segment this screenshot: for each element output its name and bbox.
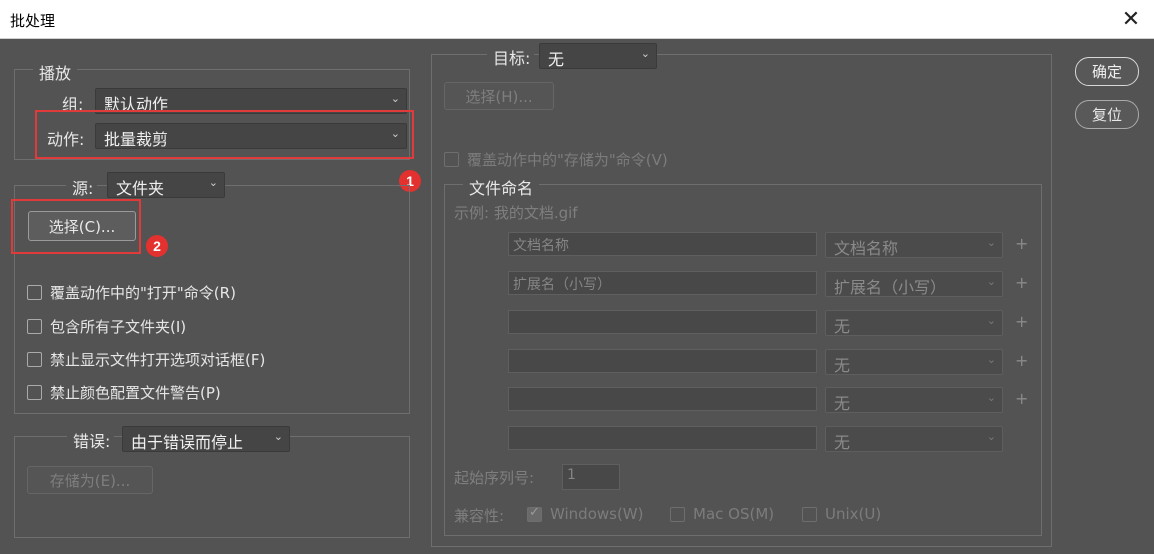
chevron-down-icon: ⌄ [986,430,996,443]
error-label: 错误: [67,428,115,452]
compat-mac-label: Mac OS(M) [693,505,775,523]
suppress-color-warning-checkbox[interactable]: 禁止颜色配置文件警告(P) [27,382,221,403]
serial-input[interactable]: 1 [562,464,620,490]
serial-label: 起始序列号: [454,469,535,487]
naming-text-5[interactable] [508,387,817,411]
override-open-label: 覆盖动作中的"打开"命令(R) [50,284,236,302]
compat-unix-label: Unix(U) [825,505,882,523]
target-select-value: 无 [548,50,565,69]
naming-select-3[interactable]: 无 ⌄ [825,310,1003,336]
naming-select-1-value: 文档名称 [834,239,899,258]
chevron-down-icon: ⌄ [986,275,996,288]
compat-mac-checkbox[interactable]: Mac OS(M) [670,505,774,523]
checkbox-box[interactable] [670,506,685,522]
naming-text-6[interactable] [508,426,817,450]
chevron-down-icon: ⌄ [986,391,996,404]
badge-2: 2 [146,235,168,257]
chevron-down-icon: ⌄ [986,314,996,327]
override-open-checkbox[interactable]: 覆盖动作中的"打开"命令(R) [27,282,236,303]
chevron-down-icon: ⌄ [640,47,650,60]
source-label: 源: [66,175,98,199]
source-select-value: 文件夹 [116,179,165,198]
highlight-box-action [35,110,414,159]
naming-select-1[interactable]: 文档名称 ⌄ [825,232,1003,258]
checkbox-box[interactable] [527,505,542,522]
plus-icon[interactable]: + [1015,312,1028,331]
checkbox-box[interactable] [27,352,42,367]
chevron-down-icon: ⌄ [390,92,400,105]
chevron-down-icon: ⌄ [208,176,218,189]
window-title: 批处理 [10,12,56,30]
suppress-open-dialogs-checkbox[interactable]: 禁止显示文件打开选项对话框(F) [27,349,265,370]
compat-windows-checkbox[interactable]: Windows(W) [527,505,644,523]
chevron-down-icon: ⌄ [986,353,996,366]
target-label: 目标: [487,45,535,69]
compat-unix-checkbox[interactable]: Unix(U) [802,505,881,523]
naming-select-5-value: 无 [834,394,851,413]
naming-select-5[interactable]: 无 ⌄ [825,387,1003,413]
compat-windows-label: Windows(W) [550,505,644,523]
close-button[interactable]: ✕ [1108,0,1154,39]
source-select[interactable]: 文件夹 ⌄ [107,172,225,198]
naming-text-4[interactable] [508,349,817,373]
plus-icon[interactable]: + [1015,234,1028,253]
plus-icon[interactable]: + [1015,389,1028,408]
reset-button[interactable]: 复位 [1075,100,1139,129]
checkbox-box[interactable] [802,506,817,522]
suppress-color-warning-label: 禁止颜色配置文件警告(P) [50,384,221,402]
play-legend: 播放 [33,60,78,84]
chevron-down-icon: ⌄ [273,430,283,443]
naming-select-2[interactable]: 扩展名（小写） ⌄ [825,271,1003,297]
override-save-checkbox[interactable]: 覆盖动作中的"存储为"命令(V) [444,149,668,170]
target-choose-button[interactable]: 选择(H)... [444,82,554,110]
checkbox-box[interactable] [27,319,42,334]
error-save-button[interactable]: 存储为(E)... [27,466,153,494]
title-bar: 批处理 ✕ [0,0,1154,39]
checkbox-box[interactable] [27,285,42,300]
naming-select-6-value: 无 [834,433,851,452]
suppress-open-dialogs-label: 禁止显示文件打开选项对话框(F) [50,351,266,369]
naming-example: 示例: 我的文档.gif [454,204,578,222]
highlight-box-choose [11,199,141,254]
ok-button[interactable]: 确定 [1075,57,1139,86]
error-select-value: 由于错误而停止 [131,433,244,452]
file-naming-legend: 文件命名 [463,175,540,199]
naming-text-3[interactable] [508,310,817,334]
naming-text-1[interactable]: 文档名称 [508,232,817,256]
checkbox-box[interactable] [27,385,42,400]
naming-select-6[interactable]: 无 ⌄ [825,426,1003,452]
naming-select-4-value: 无 [834,356,851,375]
naming-select-4[interactable]: 无 ⌄ [825,349,1003,375]
chevron-down-icon: ⌄ [986,236,996,249]
naming-select-2-value: 扩展名（小写） [834,278,947,297]
target-select[interactable]: 无 ⌄ [539,43,657,69]
include-subfolders-checkbox[interactable]: 包含所有子文件夹(I) [27,316,186,337]
compat-label: 兼容性: [454,507,505,525]
checkbox-box[interactable] [444,152,459,167]
plus-icon[interactable]: + [1015,273,1028,292]
include-subfolders-label: 包含所有子文件夹(I) [50,318,187,336]
naming-text-2[interactable]: 扩展名（小写） [508,271,817,295]
override-save-label: 覆盖动作中的"存储为"命令(V) [467,151,668,169]
plus-icon[interactable]: + [1015,351,1028,370]
naming-select-3-value: 无 [834,317,851,336]
error-select[interactable]: 由于错误而停止 ⌄ [122,426,290,452]
